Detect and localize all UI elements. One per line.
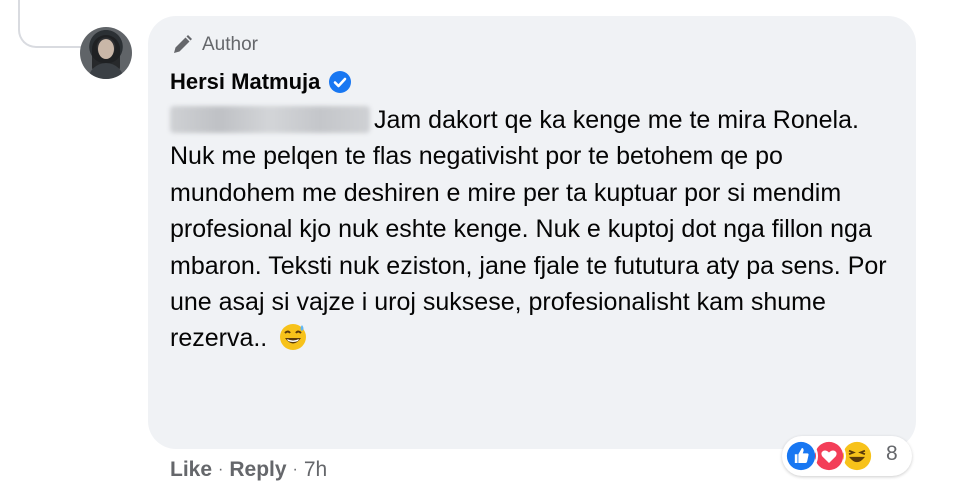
verified-badge-icon bbox=[329, 71, 352, 93]
comment-actions: Like · Reply · 7h bbox=[170, 458, 327, 482]
author-avatar[interactable] bbox=[80, 27, 132, 79]
author-badge-label: Author bbox=[202, 34, 258, 55]
comment-text: Jam dakort qe ka kenge me te mira Ronela… bbox=[170, 106, 887, 353]
author-badge: Author bbox=[170, 32, 258, 58]
author-name-link[interactable]: Hersi Matmuja bbox=[170, 69, 320, 95]
pen-icon bbox=[174, 35, 192, 53]
grinning-sweat-emoji-icon bbox=[280, 324, 307, 351]
comment-bubble: Author Hersi Matmuja Jam dakort qe ka ke… bbox=[148, 16, 916, 449]
like-reaction-icon bbox=[784, 439, 818, 473]
reaction-count: 8 bbox=[886, 442, 898, 465]
redacted-mention bbox=[170, 106, 370, 133]
comment-timestamp[interactable]: 7h bbox=[304, 458, 327, 482]
reply-thread-connector bbox=[18, 0, 90, 48]
separator-dot: · bbox=[218, 461, 224, 478]
separator-dot: · bbox=[292, 461, 298, 478]
avatar-face bbox=[98, 39, 114, 59]
comment-text-block: Jam dakort qe ka kenge me te mira Ronela… bbox=[170, 102, 900, 357]
reaction-summary[interactable]: 8 bbox=[782, 436, 912, 476]
like-button[interactable]: Like bbox=[170, 458, 212, 482]
reply-button[interactable]: Reply bbox=[229, 458, 286, 482]
